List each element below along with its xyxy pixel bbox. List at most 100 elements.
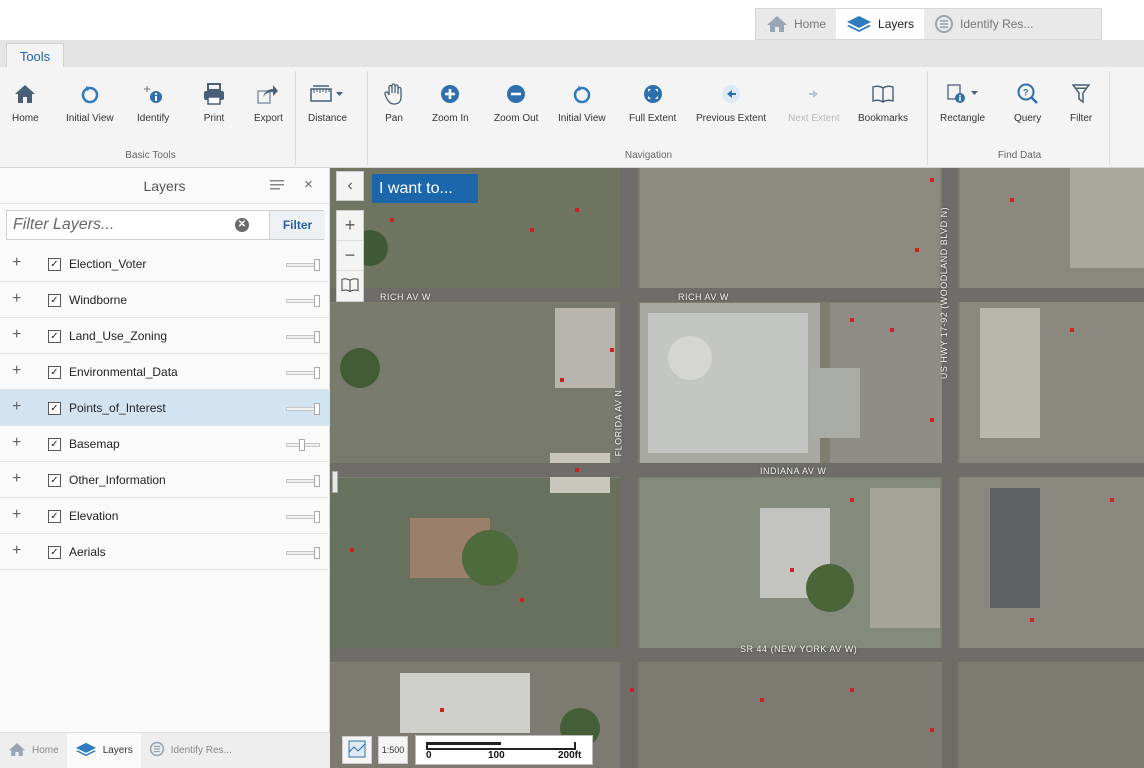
footer-tab-home[interactable]: Home	[0, 733, 67, 768]
previous-extent-button[interactable]: Previous Extent	[696, 81, 766, 124]
panel-menu-icon[interactable]	[270, 179, 284, 197]
slider-thumb[interactable]	[314, 259, 320, 271]
layer-visibility-checkbox[interactable]: ✓	[48, 330, 61, 343]
expand-icon[interactable]: +	[12, 254, 21, 272]
collapse-panel-button[interactable]: ‹	[336, 171, 364, 201]
layer-visibility-checkbox[interactable]: ✓	[48, 294, 61, 307]
street-label: US HWY 17-92 (WOODLAND BLVD N)	[939, 206, 950, 380]
bookmarks-button[interactable]: Bookmarks	[858, 81, 908, 124]
distance-button[interactable]: Distance	[308, 81, 347, 124]
layer-opacity-slider[interactable]	[286, 331, 320, 343]
home-icon	[8, 742, 26, 760]
export-button[interactable]: Export	[254, 81, 283, 124]
expand-icon[interactable]: +	[12, 470, 21, 488]
print-button[interactable]: Print	[203, 81, 225, 124]
slider-thumb[interactable]	[314, 547, 320, 559]
layer-opacity-slider[interactable]	[286, 295, 320, 307]
top-tab-layers[interactable]: Layers	[836, 9, 925, 39]
layer-name: Basemap	[69, 437, 120, 451]
map-zoom-in-button[interactable]: +	[337, 211, 363, 241]
layer-row[interactable]: + ✓ Environmental_Data	[0, 354, 330, 390]
layer-row[interactable]: + ✓ Points_of_Interest	[0, 390, 330, 426]
tools-tab[interactable]: Tools	[6, 43, 64, 68]
close-icon[interactable]: ×	[304, 176, 313, 193]
layer-row[interactable]: + ✓ Basemap	[0, 426, 330, 462]
layer-row[interactable]: + ✓ Election_Voter	[0, 246, 330, 282]
filter-button[interactable]: Filter	[1070, 81, 1092, 124]
slider-thumb[interactable]	[314, 511, 320, 523]
ribbon-tabbar: Tools	[0, 40, 1144, 68]
slider-thumb[interactable]	[314, 295, 320, 307]
layer-opacity-slider[interactable]	[286, 403, 320, 415]
identify-icon	[142, 81, 164, 107]
identify-button[interactable]: Identify	[137, 81, 169, 124]
footer-tab-layers[interactable]: Layers	[66, 733, 141, 768]
layer-row[interactable]: + ✓ Aerials	[0, 534, 330, 570]
zoom-out-button[interactable]: Zoom Out	[494, 81, 538, 124]
clear-filter-icon[interactable]: ✕	[235, 218, 249, 232]
expand-icon[interactable]: +	[12, 290, 21, 308]
home-icon	[766, 15, 788, 33]
expand-icon[interactable]: +	[12, 326, 21, 344]
map-view[interactable]: RICH AV W RICH AV W INDIANA AV W SR 44 (…	[330, 168, 1144, 768]
top-tab-layers-label: Layers	[878, 17, 915, 31]
filter-layers-input[interactable]	[7, 211, 265, 239]
layers-icon	[75, 742, 97, 760]
panel-resize-handle[interactable]	[332, 471, 338, 493]
expand-icon[interactable]: +	[12, 362, 21, 380]
layer-name: Election_Voter	[69, 257, 147, 271]
layer-visibility-checkbox[interactable]: ✓	[48, 402, 61, 415]
map-zoom-out-button[interactable]: −	[337, 241, 363, 271]
query-button[interactable]: ? Query	[1014, 81, 1041, 124]
home-button[interactable]: Home	[12, 81, 39, 124]
layer-visibility-checkbox[interactable]: ✓	[48, 438, 61, 451]
layer-row[interactable]: + ✓ Land_Use_Zoning	[0, 318, 330, 354]
top-tab-home[interactable]: Home	[756, 9, 836, 39]
initial-view-nav-button[interactable]: Initial View	[558, 81, 606, 124]
slider-thumb[interactable]	[314, 367, 320, 379]
expand-icon[interactable]: +	[12, 434, 21, 452]
scale-bar-line	[426, 742, 576, 750]
layer-row[interactable]: + ✓ Elevation	[0, 498, 330, 534]
aerial-imagery	[330, 168, 1144, 768]
overview-map-button[interactable]	[342, 736, 372, 764]
identify-results-icon	[149, 741, 165, 760]
street-label: RICH AV W	[380, 292, 431, 302]
find-data-group: Rectangle ? Query Filter Find Data	[930, 71, 1110, 165]
expand-icon[interactable]: +	[12, 542, 21, 560]
zoom-in-button[interactable]: Zoom In	[432, 81, 469, 124]
expand-icon[interactable]: +	[12, 398, 21, 416]
layer-visibility-checkbox[interactable]: ✓	[48, 510, 61, 523]
rectangle-select-button[interactable]: Rectangle	[940, 81, 985, 124]
layer-opacity-slider[interactable]	[286, 259, 320, 271]
next-extent-button[interactable]: Next Extent	[788, 81, 840, 124]
layer-row[interactable]: + ✓ Windborne	[0, 282, 330, 318]
slider-thumb[interactable]	[314, 331, 320, 343]
map-bottom-tools: 1:500	[342, 736, 408, 764]
layer-opacity-slider[interactable]	[286, 439, 320, 451]
map-zoom-controls: + −	[336, 210, 364, 302]
i-want-to-button[interactable]: I want to...	[372, 174, 478, 203]
layer-visibility-checkbox[interactable]: ✓	[48, 258, 61, 271]
filter-layers-button[interactable]: Filter	[269, 211, 325, 239]
layer-visibility-checkbox[interactable]: ✓	[48, 474, 61, 487]
expand-icon[interactable]: +	[12, 506, 21, 524]
footer-tab-identify[interactable]: Identify Res...	[141, 733, 240, 768]
top-tab-identify[interactable]: Identify Res...	[924, 9, 1043, 39]
navigation-group: Pan Zoom In Zoom Out Initial View Full E…	[370, 71, 928, 165]
layer-opacity-slider[interactable]	[286, 367, 320, 379]
layer-visibility-checkbox[interactable]: ✓	[48, 366, 61, 379]
layer-visibility-checkbox[interactable]: ✓	[48, 546, 61, 559]
scale-button[interactable]: 1:500	[378, 736, 408, 764]
slider-thumb[interactable]	[299, 439, 305, 451]
slider-thumb[interactable]	[314, 475, 320, 487]
layer-opacity-slider[interactable]	[286, 511, 320, 523]
full-extent-button[interactable]: Full Extent	[629, 81, 676, 124]
initial-view-button[interactable]: Initial View	[66, 81, 114, 124]
slider-thumb[interactable]	[314, 403, 320, 415]
pan-button[interactable]: Pan	[384, 81, 404, 124]
layer-row[interactable]: + ✓ Other_Information	[0, 462, 330, 498]
layer-opacity-slider[interactable]	[286, 547, 320, 559]
layer-opacity-slider[interactable]	[286, 475, 320, 487]
map-bookmarks-button[interactable]	[337, 271, 363, 301]
